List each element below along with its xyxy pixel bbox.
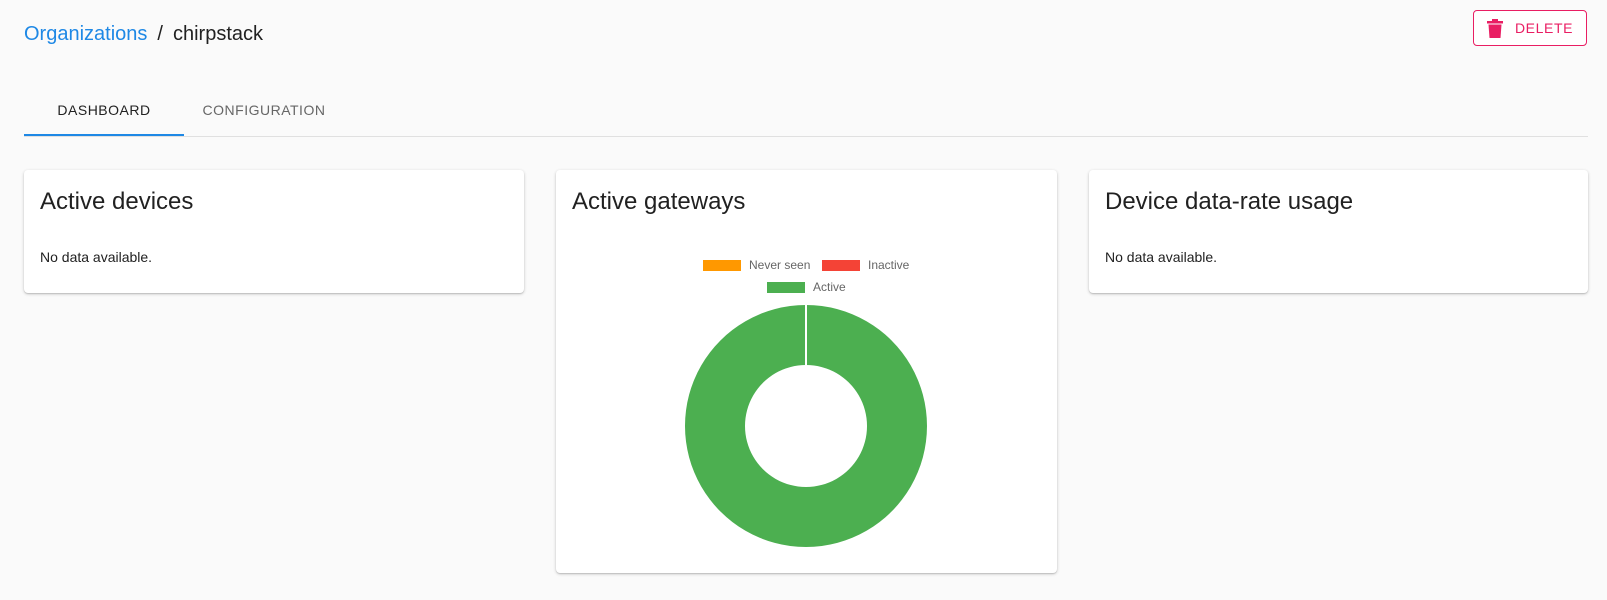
delete-button[interactable]: DELETE (1473, 10, 1587, 46)
delete-button-label: DELETE (1514, 20, 1574, 36)
trash-icon (1486, 18, 1503, 38)
tab-bar: DASHBOARD CONFIGURATION (24, 92, 1588, 137)
no-data-text: No data available. (1105, 249, 1218, 265)
active-devices-card: Active devices No data available. (24, 170, 524, 293)
breadcrumb-organizations-link[interactable]: Organizations (24, 20, 147, 48)
breadcrumb: Organizations / chirpstack (24, 20, 263, 48)
gateways-doughnut-chart (684, 305, 927, 547)
card-title: Active devices (40, 188, 194, 215)
card-title: Device data-rate usage (1105, 188, 1354, 215)
datarate-usage-card: Device data-rate usage No data available… (1089, 170, 1588, 293)
tab-dashboard[interactable]: DASHBOARD (24, 92, 184, 136)
active-gateways-card: Active gateways Never seen Inactive Acti… (556, 170, 1057, 573)
tab-configuration[interactable]: CONFIGURATION (184, 92, 344, 136)
breadcrumb-separator: / (157, 23, 163, 45)
breadcrumb-current: chirpstack (172, 23, 263, 45)
no-data-text: No data available. (40, 249, 153, 265)
